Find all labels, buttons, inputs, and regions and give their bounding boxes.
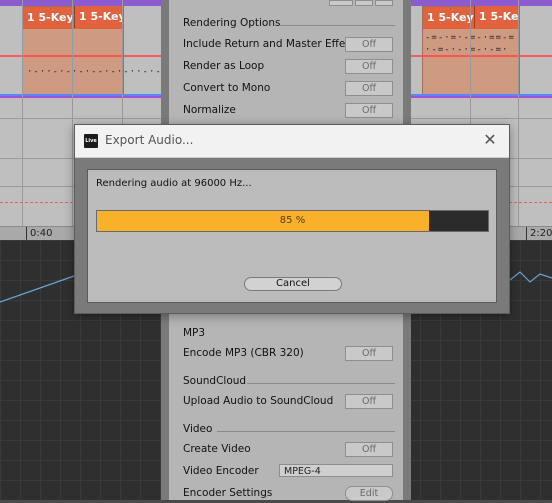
setting-encoder-settings: Encoder Settings Edit <box>183 483 395 503</box>
render-progress-bar: 85 % <box>96 210 489 232</box>
soundcloud-header: SoundCloud <box>183 375 395 387</box>
divider <box>247 383 395 384</box>
create-video-toggle[interactable]: Off <box>345 442 393 457</box>
render-status-text: Rendering audio at 96000 Hz... <box>96 178 252 189</box>
setting-video-encoder: Video Encoder MPEG-4 <box>183 461 395 481</box>
clip-header-second[interactable]: 1 5-Keys-A <box>474 6 519 28</box>
close-icon[interactable]: ✕ <box>481 131 499 149</box>
include-effects-toggle[interactable]: Off <box>345 37 393 52</box>
encoder-edit-button[interactable]: Edit <box>345 486 393 501</box>
video-header: Video <box>183 423 395 435</box>
ruler-tick: 0:40 <box>26 227 52 241</box>
convert-mono-toggle[interactable]: Off <box>345 81 393 96</box>
progress-percent-label: 85 % <box>279 215 306 226</box>
setting-encode-mp3: Encode MP3 (CBR 320) Off <box>183 343 395 363</box>
normalize-toggle[interactable]: Off <box>345 103 393 118</box>
upload-soundcloud-toggle[interactable]: Off <box>345 394 393 409</box>
rendering-options-header: Rendering Options <box>183 17 395 29</box>
grid-line <box>72 0 73 226</box>
ruler-tick: 2:20 <box>526 227 552 241</box>
midi-notes: ·-=-·-·=-·-=· <box>425 45 509 55</box>
encode-mp3-toggle[interactable]: Off <box>345 346 393 361</box>
cancel-button[interactable]: Cancel <box>244 277 342 291</box>
dialog-title: Export Audio... <box>105 133 194 147</box>
video-encoder-field[interactable]: MPEG-4 <box>279 464 393 477</box>
settings-button[interactable] <box>329 0 353 6</box>
clip-header-second[interactable]: 1 5-Keys-A <box>74 6 123 28</box>
grid-line <box>22 0 23 226</box>
setting-render-as-loop: Render as Loop Off <box>183 56 395 76</box>
setting-include-return-master: Include Return and Master Effects Off <box>183 34 395 54</box>
clip-title: 1 5-Keys-A <box>479 10 519 23</box>
dialog-titlebar[interactable]: Live Export Audio... ✕ <box>75 125 509 158</box>
divider <box>279 25 395 26</box>
clip-title: 1 5-Keys-A <box>79 10 123 23</box>
settings-button[interactable] <box>375 0 393 6</box>
setting-create-video: Create Video Off <box>183 439 395 459</box>
render-loop-toggle[interactable]: Off <box>345 59 393 74</box>
export-audio-dialog: Live Export Audio... ✕ Rendering audio a… <box>74 124 510 314</box>
grid-line <box>518 0 519 226</box>
setting-normalize: Normalize Off <box>183 100 395 120</box>
divider <box>217 431 395 432</box>
setting-upload-soundcloud: Upload Audio to SoundCloud Off <box>183 391 395 411</box>
dialog-body: Rendering audio at 96000 Hz... 85 % Canc… <box>87 169 497 303</box>
live-app-icon: Live <box>84 134 98 148</box>
mp3-header: MP3 <box>183 327 206 339</box>
settings-button[interactable] <box>355 0 373 6</box>
setting-convert-to-mono: Convert to Mono Off <box>183 78 395 98</box>
